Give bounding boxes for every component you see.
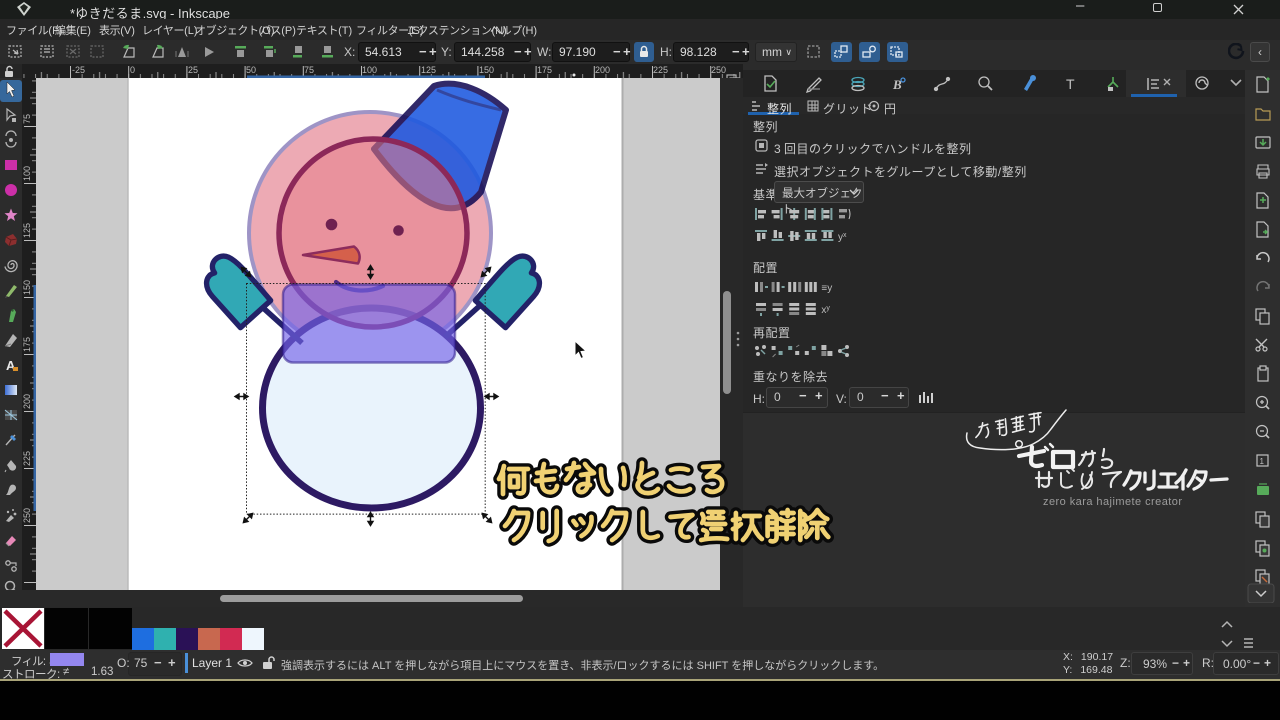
svg-text:yx: yx [838, 232, 847, 243]
svg-text:125: 125 [22, 223, 32, 238]
svg-text:225: 225 [653, 65, 668, 75]
svg-text:200: 200 [595, 65, 610, 75]
svg-text:50: 50 [246, 65, 256, 75]
svg-text:250: 250 [22, 508, 32, 523]
svg-text:75: 75 [304, 65, 314, 75]
svg-text:-25: -25 [72, 65, 85, 75]
svg-text:75: 75 [22, 114, 32, 124]
svg-text:175: 175 [22, 337, 32, 352]
svg-text:125: 125 [421, 65, 436, 75]
svg-text:xy: xy [821, 305, 830, 316]
svg-text:250: 250 [711, 65, 726, 75]
svg-text:25: 25 [188, 65, 198, 75]
svg-text:200: 200 [22, 394, 32, 409]
svg-text:1: 1 [1260, 457, 1265, 466]
svg-text:T: T [1066, 76, 1075, 92]
svg-text:225: 225 [22, 451, 32, 466]
svg-text:175: 175 [537, 65, 552, 75]
svg-text:≡y: ≡y [821, 283, 832, 294]
svg-text:0: 0 [130, 65, 135, 75]
svg-text:150: 150 [479, 65, 494, 75]
svg-text:100: 100 [362, 65, 377, 75]
svg-text:150: 150 [22, 280, 32, 295]
svg-text:100: 100 [22, 166, 32, 181]
